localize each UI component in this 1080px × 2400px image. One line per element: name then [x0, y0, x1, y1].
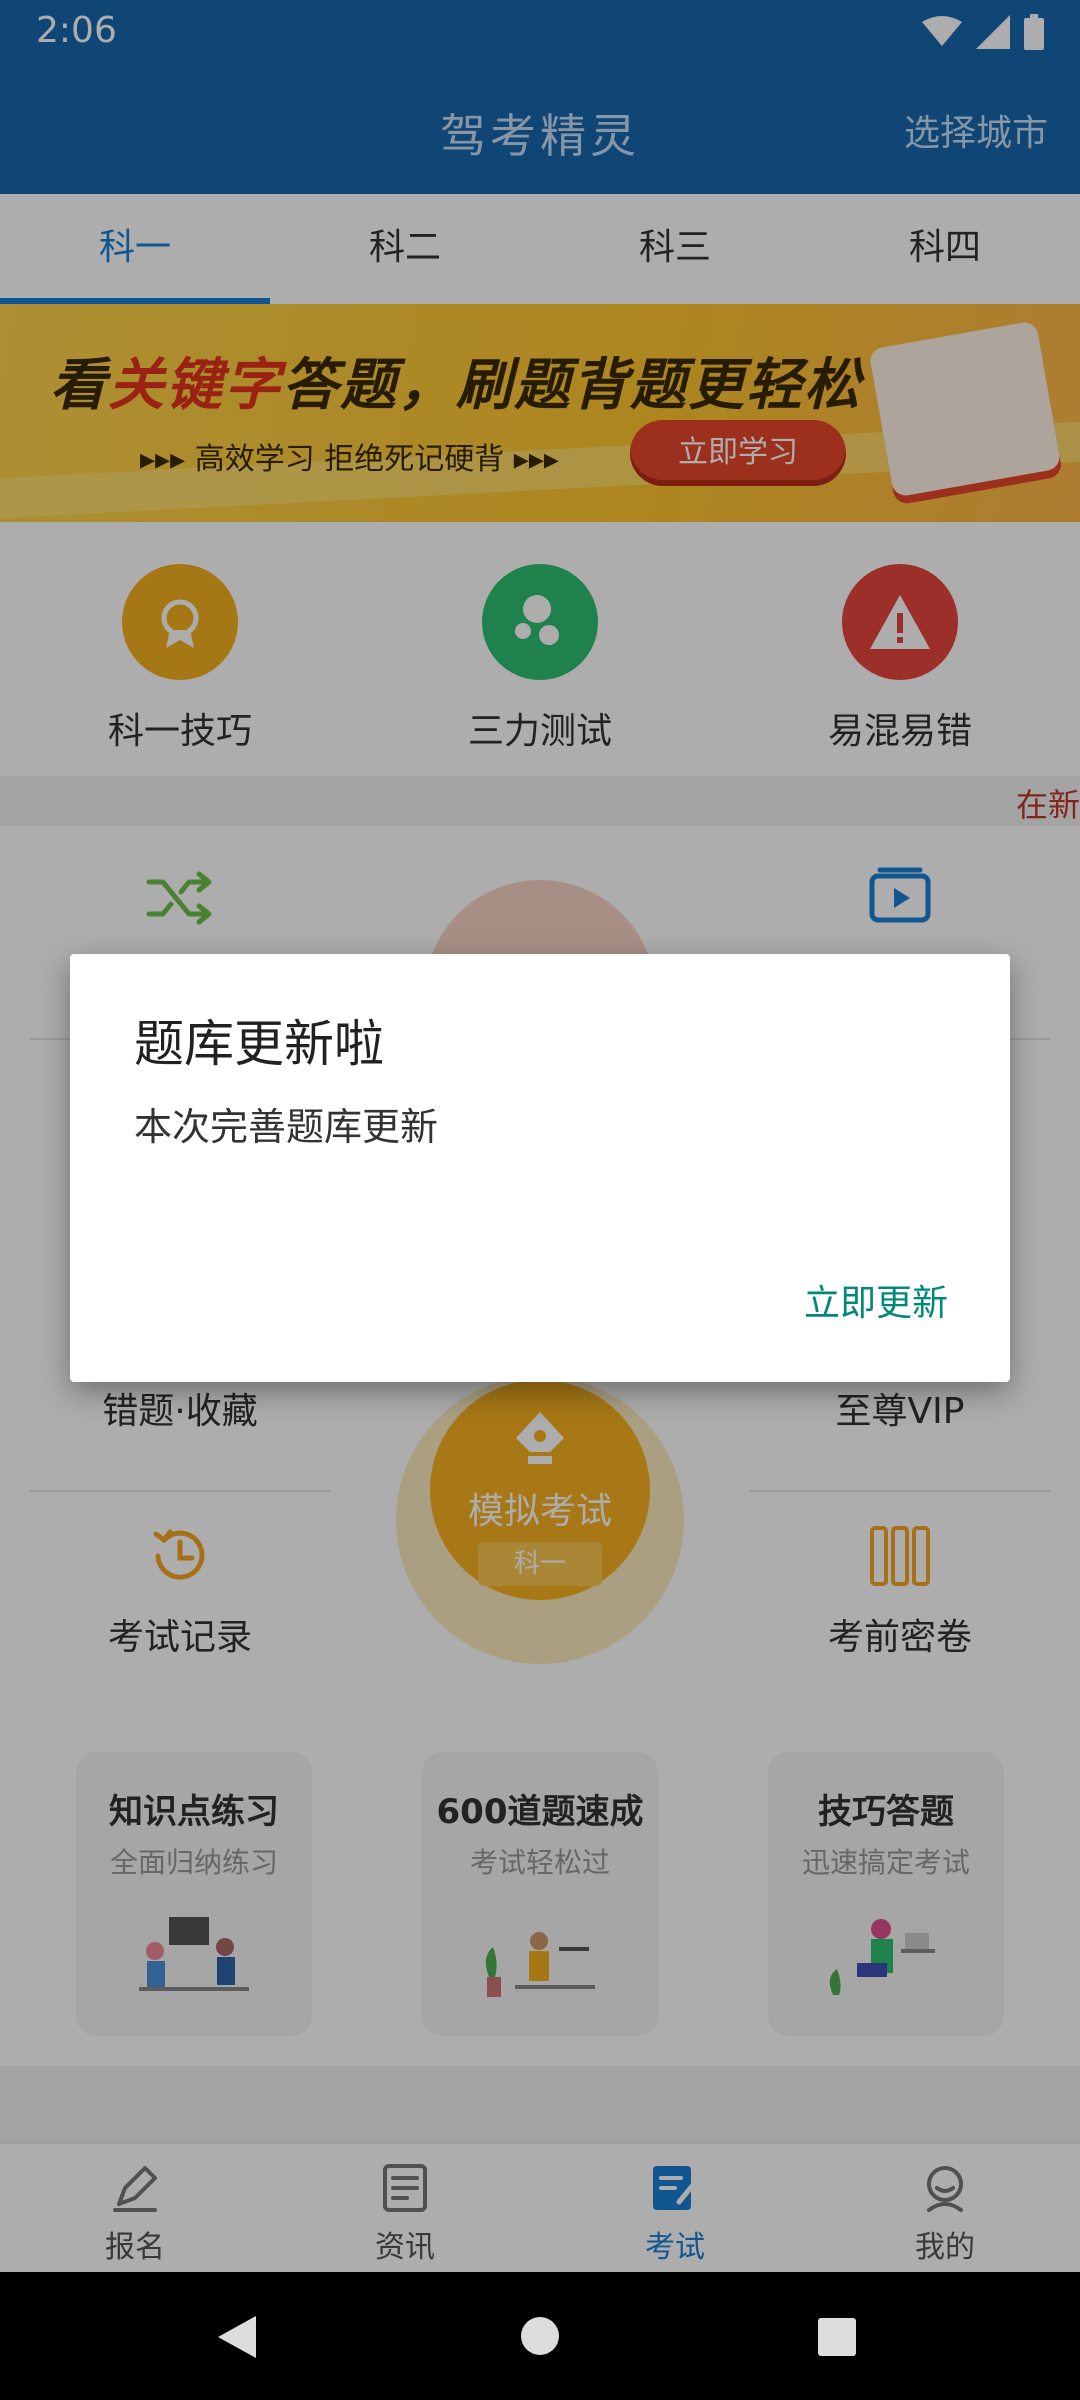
update-dialog: 题库更新啦 本次完善题库更新 立即更新: [70, 954, 1010, 1382]
dialog-message: 本次完善题库更新: [134, 1105, 439, 1149]
recents-icon[interactable]: [818, 2318, 856, 2356]
system-nav-bar: [0, 2272, 1080, 2400]
update-now-button[interactable]: 立即更新: [804, 1274, 948, 1326]
home-icon[interactable]: [520, 2316, 560, 2356]
dialog-title: 题库更新啦: [134, 1015, 384, 1073]
back-icon[interactable]: [218, 2316, 258, 2358]
